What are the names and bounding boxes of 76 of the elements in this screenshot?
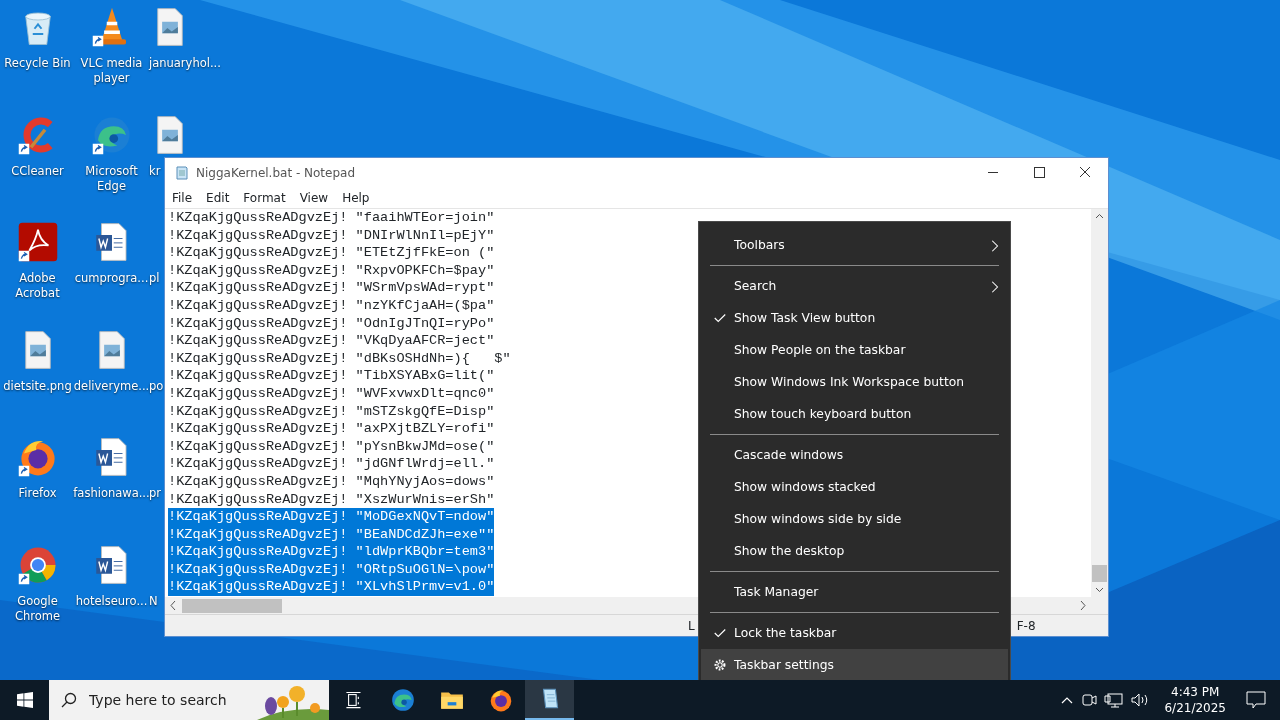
text-line: !KZqaKjgQussReADgvzEj! "nzYKfCjaAH=($pa" [168, 296, 495, 315]
text-line: !KZqaKjgQussReADgvzEj! "jdGNflWrdj=ell." [168, 455, 495, 473]
scroll-up-icon[interactable] [1095, 212, 1104, 221]
text-line: !KZqaKjgQussReADgvzEj! "dBKsOSHdNh=){ $" [168, 349, 511, 368]
menu-item[interactable]: Show touch keyboard button [701, 398, 1008, 430]
menu-item[interactable]: Cascade windows [701, 439, 1008, 471]
icon-label[interactable]: deliveryme... [73, 378, 150, 394]
clock-date[interactable]: 6/21/2025 [1164, 700, 1226, 716]
menu-item[interactable]: Task Manager [701, 576, 1008, 608]
checkmark-icon [713, 626, 727, 640]
text-line: !KZqaKjgQussReADgvzEj! "VKqDyaAFCR=ject" [168, 332, 495, 350]
text-line: !KZqaKjgQussReADgvzEj! "WVFxvwxDlt=qnc0" [168, 384, 495, 403]
text-line: !KZqaKjgQussReADgvzEj! "DNIrWlNnIl=pEjY" [168, 226, 495, 245]
status-text: F-8 [1016, 617, 1036, 635]
window-title: NiggaKernel.bat - Notepad [196, 164, 356, 182]
text-line: !KZqaKjgQussReADgvzEj! "MqhYNyjAos=dows" [168, 472, 495, 491]
text-line: !KZqaKjgQussReADgvzEj! "OdnIgJTnQI=ryPo" [168, 314, 495, 333]
scroll-down-icon[interactable] [1095, 585, 1104, 594]
clock-time[interactable]: 4:43 PM [1164, 684, 1226, 700]
text-line: !KZqaKjgQussReADgvzEj! "faaihWTEor=join" [168, 209, 495, 227]
scroll-thumb[interactable] [1092, 565, 1107, 582]
menu-item[interactable]: Show windows stacked [701, 471, 1008, 503]
scroll-thumb[interactable] [182, 598, 282, 613]
menu-item[interactable]: Show People on the taskbar [701, 334, 1008, 366]
icon-label[interactable]: CCleaner [11, 163, 64, 179]
icon-label[interactable]: Adobe Acrobat [0, 271, 75, 302]
network-icon[interactable] [1104, 692, 1125, 708]
icon-label[interactable]: dietsite.png [3, 378, 72, 394]
icon-label[interactable]: januaryhol... [149, 56, 221, 71]
text-line: !KZqaKjgQussReADgvzEj! "axPXjtBZLY=rofi" [168, 420, 495, 438]
icon-label[interactable]: N [149, 593, 158, 609]
menu-item[interactable]: Lock the taskbar [701, 617, 1008, 649]
acrobat-icon[interactable] [16, 221, 59, 264]
icon-label[interactable]: hotelseuro... [75, 593, 148, 609]
icon-label[interactable]: Google Chrome [0, 593, 75, 624]
menu-item[interactable]: Toolbars [701, 229, 1008, 261]
camera-icon[interactable] [1080, 692, 1099, 708]
status-text: L [688, 617, 695, 635]
menu-item[interactable]: Search [701, 270, 1008, 302]
checkmark-icon [713, 311, 727, 325]
text-line: !KZqaKjgQussReADgvzEj! "TibXSYABxG=lit(" [168, 367, 495, 385]
edge-icon [389, 687, 416, 713]
menu-item[interactable]: Show Windows Ink Workspace button [701, 366, 1008, 398]
icon-label[interactable]: Firefox [18, 486, 57, 502]
icon-label[interactable]: Microsoft Edge [75, 163, 148, 194]
menu-item[interactable]: Show windows side by side [701, 503, 1008, 535]
menu-item[interactable]: Format [236, 188, 293, 207]
icon-label[interactable]: Recycle Bin [4, 56, 71, 71]
icon-label[interactable]: pl [149, 271, 160, 287]
search-icon [61, 692, 77, 708]
menu-item[interactable]: Taskbar settings [701, 649, 1008, 680]
text-line: !KZqaKjgQussReADgvzEj! "WSrmVpsWAd=rypt" [168, 279, 495, 297]
taskbar-button[interactable] [525, 680, 574, 720]
text-line: !KZqaKjgQussReADgvzEj! "XszWurWnis=erSh" [168, 490, 495, 509]
menu-item[interactable]: Edit [199, 188, 237, 207]
menu-item[interactable]: Show the desktop [701, 535, 1008, 567]
icon-label[interactable]: cumprogra... [74, 271, 149, 287]
menu-item[interactable]: File [165, 188, 200, 207]
notepad-icon [174, 164, 190, 181]
settings-icon [713, 658, 727, 672]
text-line: !KZqaKjgQussReADgvzEj! "pYsnBkwJMd=ose(" [168, 437, 495, 456]
menu-item[interactable]: Help [335, 188, 377, 207]
search-field[interactable]: Type here to search [49, 680, 329, 720]
chevron-up-icon[interactable] [1060, 695, 1075, 705]
menu-item[interactable]: Show Task View button [701, 302, 1008, 334]
icon-label[interactable]: po [149, 378, 164, 394]
notification-icon[interactable] [1246, 691, 1266, 709]
text-line: !KZqaKjgQussReADgvzEj! "mSTZskgQfE=Disp" [168, 402, 495, 421]
windows-logo-icon [16, 692, 33, 708]
menu-item[interactable]: View [292, 188, 336, 207]
icon-label[interactable]: kr [149, 163, 161, 179]
icon-label[interactable]: pr [149, 486, 162, 502]
icon-label[interactable]: VLC media player [75, 56, 148, 86]
text-line: !KZqaKjgQussReADgvzEj! "RxpvOPKFCh=$pay" [168, 261, 495, 280]
icon-label[interactable]: fashionawa... [73, 486, 150, 502]
text-line: !KZqaKjgQussReADgvzEj! "ETEtZjfFkE=on (" [168, 244, 495, 262]
